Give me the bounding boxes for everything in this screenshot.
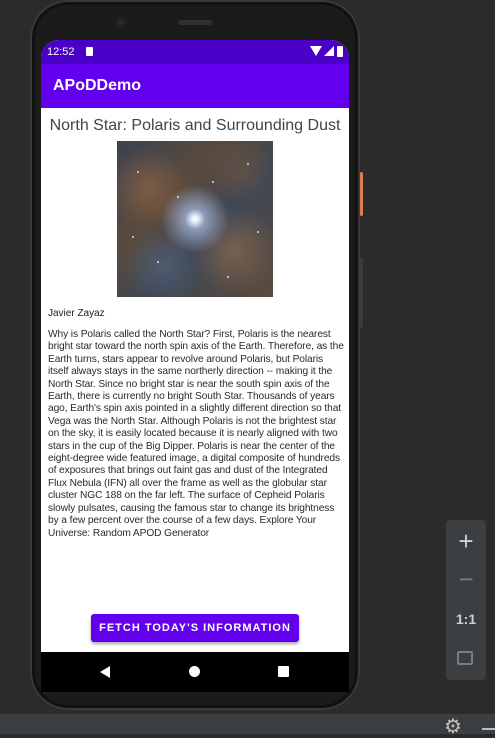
battery-icon (337, 45, 343, 57)
power-button[interactable] (360, 172, 363, 216)
app-title: APoDDemo (53, 77, 142, 94)
app-bar: APoDDemo (41, 64, 349, 108)
content-area[interactable]: North Star: Polaris and Surrounding Dust… (41, 108, 349, 652)
fetch-button[interactable]: FETCH TODAY'S INFORMATION (91, 614, 299, 642)
star-dot (212, 181, 214, 183)
one-to-one-icon[interactable]: 1:1 (446, 600, 486, 638)
star-dot (247, 163, 249, 165)
navigation-bar (41, 652, 349, 692)
status-time: 12:52 (47, 46, 75, 58)
star-dot (137, 171, 139, 173)
minus-icon[interactable] (482, 728, 495, 730)
fit-screen-icon[interactable] (446, 640, 486, 678)
system-icons (310, 45, 343, 57)
star-dot (177, 196, 179, 198)
star-dot (227, 276, 229, 278)
recents-icon[interactable] (278, 666, 289, 677)
apod-title: North Star: Polaris and Surrounding Dust (49, 117, 341, 134)
minus-icon[interactable]: − (446, 560, 486, 598)
signal-icon (324, 46, 334, 57)
back-icon[interactable] (100, 666, 110, 678)
emulator-bottom-bar (0, 714, 495, 734)
status-bar: 12:52 (41, 40, 349, 64)
apod-explanation: Why is Polaris called the North Star? Fi… (48, 329, 344, 539)
star-dot (157, 261, 159, 263)
home-icon[interactable] (189, 666, 200, 677)
star-dot (257, 231, 259, 233)
apod-image (117, 141, 273, 297)
star-dot (132, 236, 134, 238)
emulator-toolbar: + − 1:1 (446, 520, 486, 680)
gear-icon[interactable]: ⚙ (442, 717, 464, 737)
device-screen: 12:52 APoDDemo North Star: Polaris and S… (41, 40, 349, 652)
earpiece-speaker (178, 20, 212, 25)
volume-button[interactable] (360, 258, 363, 328)
apod-copyright: Javier Zayaz (48, 308, 105, 319)
plus-icon[interactable]: + (446, 522, 486, 560)
sd-card-icon (86, 47, 93, 56)
wifi-icon (310, 46, 322, 57)
front-camera (115, 16, 127, 28)
